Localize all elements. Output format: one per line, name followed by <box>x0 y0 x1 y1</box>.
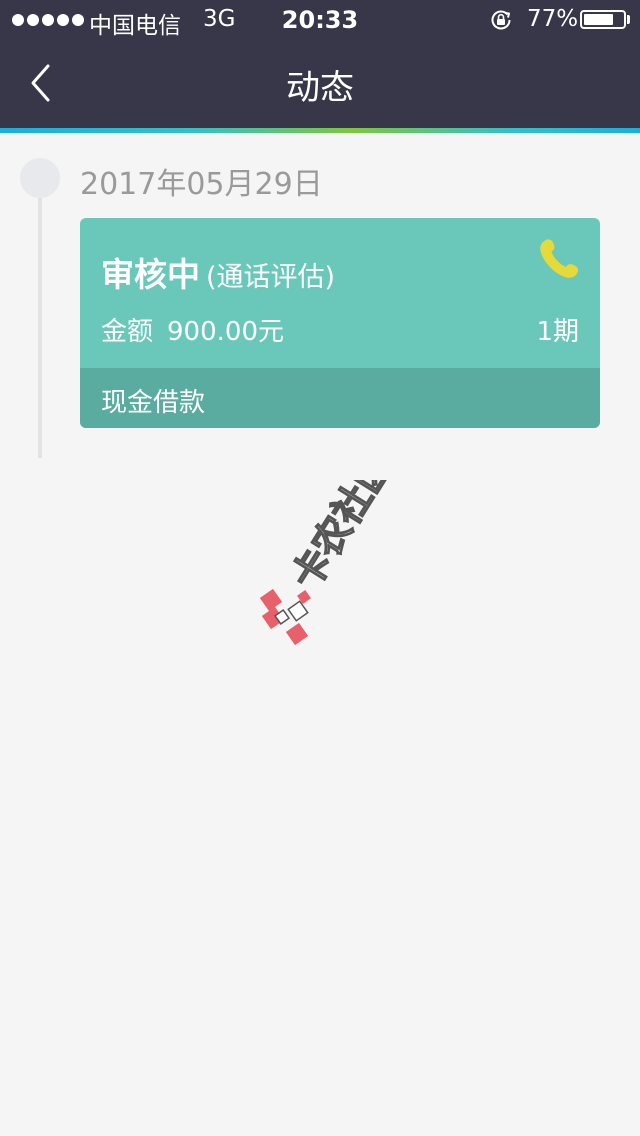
nav-bar: 动态 <box>0 40 640 128</box>
phone-icon[interactable] <box>535 235 583 283</box>
product-name: 现金借款 <box>101 388 206 418</box>
battery-icon <box>580 10 626 29</box>
timeline-line <box>38 178 42 458</box>
status-line: 审核中 (通话评估) <box>101 248 335 296</box>
review-status-detail: (通话评估) <box>206 262 336 293</box>
loan-status-card[interactable]: 审核中 (通话评估) 金额 900.00元 1期 现金借款 <box>80 218 600 428</box>
amount-line: 金额 900.00元 <box>101 311 284 348</box>
watermark: 卡农社区 <box>259 480 395 646</box>
page-title: 动态 <box>286 68 354 108</box>
timeline-date: 2017年05月29日 <box>80 167 323 202</box>
rotation-lock-icon <box>491 10 511 30</box>
watermark-text: 卡农社区 <box>283 480 395 597</box>
battery-percent: 77% <box>527 6 579 32</box>
app-header: 中国电信 3G 20:33 77% 动态 <box>0 0 640 128</box>
battery-level <box>584 14 613 25</box>
card-footer: 现金借款 <box>80 368 600 428</box>
header-accent-stripe <box>0 128 640 133</box>
amount-label: 金额 <box>101 317 154 347</box>
loan-term: 1期 <box>536 317 579 347</box>
status-bar: 中国电信 3G 20:33 77% <box>0 0 640 40</box>
review-status: 审核中 <box>101 255 200 294</box>
timeline-node <box>20 158 60 198</box>
battery-tip <box>627 15 630 24</box>
amount-value: 900.00元 <box>167 317 284 347</box>
gift-box-icon <box>259 588 311 646</box>
